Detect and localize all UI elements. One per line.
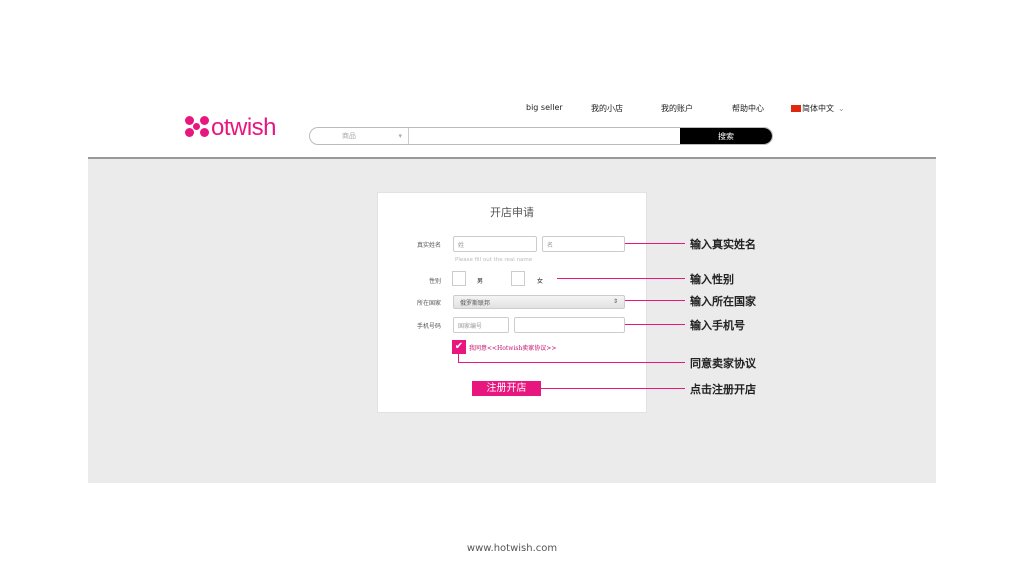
annotation-line: [625, 300, 685, 301]
annotation-line: [557, 278, 685, 279]
annotation-phone: 输入手机号: [690, 319, 745, 332]
select-arrows-icon: ⇕: [612, 298, 618, 305]
register-shop-button[interactable]: 注册开店: [472, 381, 541, 396]
nav-big-seller[interactable]: big seller: [526, 103, 563, 112]
form-title: 开店申请: [490, 206, 534, 219]
surname-input[interactable]: 姓: [453, 236, 537, 252]
male-label: 男: [477, 278, 484, 285]
hotwish-logo[interactable]: otwish: [185, 114, 277, 142]
china-flag-icon: [791, 105, 801, 112]
agree-checkbox[interactable]: ✔: [452, 340, 466, 354]
agreement-link[interactable]: 我同意<<Hotwish卖家协议>>: [469, 343, 556, 352]
annotation-country: 输入所在国家: [690, 295, 756, 308]
annotation-line: [541, 388, 685, 389]
female-label: 女: [537, 278, 544, 285]
given-name-input[interactable]: 名: [542, 236, 625, 252]
search-button[interactable]: 搜索: [680, 128, 772, 144]
search-input[interactable]: [409, 128, 680, 144]
annotation-line: [458, 362, 685, 363]
footer-url: www.hotwish.com: [466, 543, 558, 554]
phone-number-input[interactable]: [514, 317, 625, 333]
dropdown-arrow-icon: ▾: [398, 132, 402, 140]
nav-my-account[interactable]: 我的账户: [661, 103, 693, 114]
search-bar: 商品 ▾ 搜索: [309, 127, 773, 145]
chevron-down-icon: ⌄: [838, 104, 845, 113]
category-select[interactable]: 商品 ▾: [310, 128, 409, 144]
phone-label: 手机号码: [417, 323, 442, 330]
annotation-name: 输入真实姓名: [690, 238, 756, 251]
nav-help-center[interactable]: 帮助中心: [732, 103, 764, 114]
annotation-line: [625, 324, 685, 325]
checkmark-icon: ✔: [454, 341, 464, 352]
annotation-agreement: 同意卖家协议: [690, 357, 756, 370]
annotation-line: [625, 243, 685, 244]
gender-label: 性别: [429, 278, 442, 285]
annotation-register: 点击注册开店: [690, 383, 756, 396]
name-label: 真实姓名: [417, 242, 442, 249]
female-checkbox[interactable]: [511, 271, 525, 286]
annotation-gender: 输入性别: [690, 273, 734, 286]
nav-my-shop[interactable]: 我的小店: [591, 103, 623, 114]
country-select[interactable]: 俄罗斯联邦 ⇕: [453, 295, 625, 309]
male-checkbox[interactable]: [452, 271, 466, 286]
annotation-line: [458, 354, 459, 362]
name-hint: Please fill out the real name: [455, 257, 533, 263]
country-code-input[interactable]: 国家编号: [453, 317, 509, 333]
logo-mark-icon: [185, 116, 211, 138]
language-selector[interactable]: 简体中文 ⌄: [791, 103, 845, 114]
country-label: 所在国家: [417, 300, 442, 307]
